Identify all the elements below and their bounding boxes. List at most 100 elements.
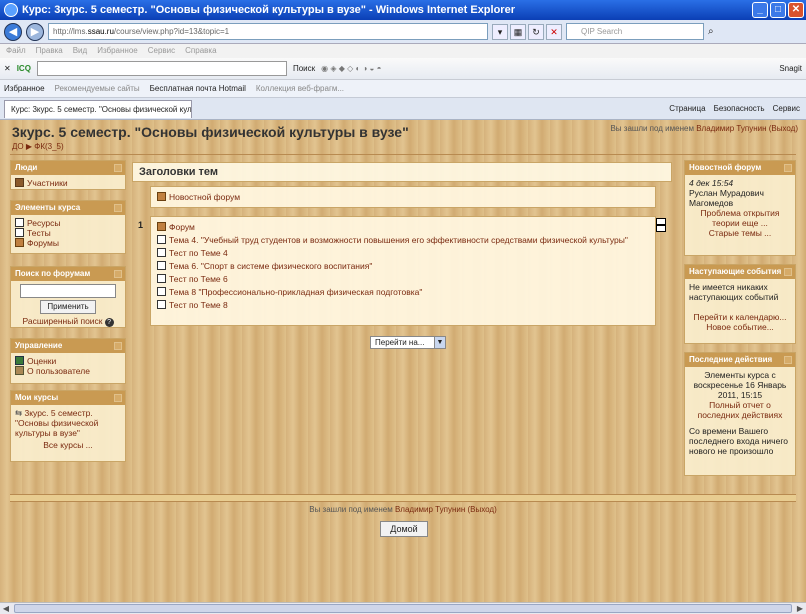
grades-icon bbox=[15, 356, 24, 365]
jump-to-value: Перейти на... bbox=[375, 338, 425, 347]
menu-bar: Файл Правка Вид Избранное Сервис Справка bbox=[0, 44, 806, 58]
activity-link[interactable]: Тест по Теме 6 bbox=[169, 274, 228, 284]
highlight-toggle-icon[interactable] bbox=[656, 218, 666, 232]
cmd-security[interactable]: Безопасность bbox=[714, 104, 765, 113]
help-icon[interactable]: ? bbox=[104, 318, 114, 327]
activity-item: Тема 6. "Спорт в системе физического вос… bbox=[157, 260, 649, 273]
chevron-down-icon[interactable]: ▼ bbox=[434, 337, 445, 348]
fav-item-hotmail[interactable]: Бесплатная почта Hotmail bbox=[150, 84, 246, 93]
menu-help[interactable]: Справка bbox=[185, 44, 216, 58]
my-course-link[interactable]: 3курс. 5 семестр. "Основы физической кул… bbox=[15, 408, 98, 438]
full-report-link[interactable]: Полный отчет о последних действиях bbox=[698, 400, 783, 420]
forums-icon bbox=[15, 238, 24, 247]
logout-link[interactable]: (Выход) bbox=[769, 124, 798, 133]
activity-link[interactable]: Тема 4. "Учебный труд студентов и возмож… bbox=[169, 235, 628, 245]
menu-view[interactable]: Вид bbox=[73, 44, 87, 58]
elements-block: Элементы курса Ресурсы Тесты Форумы bbox=[10, 200, 126, 254]
old-topics-link[interactable]: Старые темы ... bbox=[709, 228, 772, 238]
stop-icon[interactable]: ✕ bbox=[546, 23, 562, 40]
people-block-title: Люди bbox=[11, 161, 125, 175]
news-topic-link[interactable]: Проблема открытия теории еще ... bbox=[701, 208, 780, 228]
fav-item-gallery[interactable]: Коллекция веб-фрагм... bbox=[256, 84, 344, 93]
user-link[interactable]: Владимир Тупунин bbox=[696, 124, 766, 133]
tests-link[interactable]: Тесты bbox=[27, 228, 51, 238]
forum-search-input[interactable] bbox=[20, 284, 116, 298]
horizontal-scrollbar[interactable]: ◀ ▶ bbox=[0, 602, 806, 614]
toolbar-search-button[interactable]: Поиск bbox=[293, 64, 315, 73]
compat-icon[interactable]: ▦ bbox=[510, 23, 526, 40]
advanced-search-link[interactable]: Расширенный поиск bbox=[22, 316, 102, 326]
collapse-icon[interactable] bbox=[114, 394, 122, 402]
calendar-link[interactable]: Перейти к календарю... bbox=[693, 312, 786, 322]
close-icon[interactable]: ✕ bbox=[788, 2, 804, 18]
collapse-icon[interactable] bbox=[784, 268, 792, 276]
collapse-icon[interactable] bbox=[784, 164, 792, 172]
close-toolbar-icon[interactable]: ✕ bbox=[4, 64, 11, 73]
cmd-tools[interactable]: Сервис bbox=[773, 104, 800, 113]
tab-course[interactable]: Курс: 3курс. 5 семестр. "Основы физическ… bbox=[4, 99, 192, 118]
scroll-right-icon[interactable]: ▶ bbox=[794, 603, 806, 614]
activity-link[interactable]: Тема 8 "Профессионально-прикладная физич… bbox=[169, 287, 422, 297]
page-title: 3курс. 5 семестр. "Основы физической кул… bbox=[12, 124, 409, 140]
footer-user-link[interactable]: Владимир Тупунин bbox=[395, 505, 465, 514]
activity-item: Тема 4. "Учебный труд студентов и возмож… bbox=[157, 234, 649, 247]
login-prefix: Вы зашли под именем bbox=[610, 124, 694, 133]
section-1-items: Форум Тема 4. "Учебный труд студентов и в… bbox=[150, 216, 656, 326]
window-title: Курс: 3курс. 5 семестр. "Основы физическ… bbox=[22, 4, 515, 16]
activity-link[interactable]: Тест по Теме 8 bbox=[169, 300, 228, 310]
fav-item-suggested[interactable]: Рекомендуемые сайты bbox=[55, 84, 140, 93]
topics-heading: Заголовки тем bbox=[132, 162, 672, 182]
section-number: 1 bbox=[138, 220, 144, 230]
forums-link[interactable]: Форумы bbox=[27, 238, 59, 248]
maximize-icon[interactable]: □ bbox=[770, 2, 786, 18]
activity-link[interactable]: Форум bbox=[169, 222, 195, 232]
login-info: Вы зашли под именем Владимир Тупунин (Вы… bbox=[610, 124, 798, 133]
window-controls: _ □ ✕ bbox=[752, 2, 804, 18]
footer-divider bbox=[10, 494, 796, 502]
favorites-button[interactable]: Избранное bbox=[4, 84, 45, 93]
footer-logout-link[interactable]: (Выход) bbox=[468, 505, 497, 514]
cmd-page[interactable]: Страница bbox=[669, 104, 705, 113]
apply-button[interactable]: Применить bbox=[40, 300, 96, 314]
news-forum-link[interactable]: Новостной форум bbox=[169, 192, 240, 202]
collapse-icon[interactable] bbox=[114, 204, 122, 212]
my-courses-block: Мои курсы ⇆ 3курс. 5 семестр. "Основы фи… bbox=[10, 390, 126, 462]
forward-icon[interactable]: ▶ bbox=[26, 22, 44, 41]
minimize-icon[interactable]: _ bbox=[752, 2, 768, 18]
activity-link[interactable]: Тема 6. "Спорт в системе физического вос… bbox=[169, 261, 372, 271]
manage-block: Управление Оценки О пользователе bbox=[10, 338, 126, 384]
collapse-icon[interactable] bbox=[784, 356, 792, 364]
participants-link[interactable]: Участники bbox=[27, 178, 68, 188]
activity-link[interactable]: Тест по Теме 4 bbox=[169, 248, 228, 258]
collapse-icon[interactable] bbox=[114, 164, 122, 172]
menu-edit[interactable]: Правка bbox=[36, 44, 63, 58]
dropdown-icon[interactable]: ▾ bbox=[492, 23, 508, 40]
refresh-icon[interactable]: ↻ bbox=[528, 23, 544, 40]
url-path: /course/view.php?id=13&topic=1 bbox=[113, 27, 230, 36]
grades-link[interactable]: Оценки bbox=[27, 356, 56, 366]
search-input[interactable]: QIP Search bbox=[566, 23, 704, 40]
collapse-icon[interactable] bbox=[114, 342, 122, 350]
forum-search-block: Поиск по форумам Применить Расширенный п… bbox=[10, 266, 126, 328]
new-event-link[interactable]: Новое событие... bbox=[706, 322, 774, 332]
icq-button[interactable]: ICQ bbox=[17, 64, 31, 73]
breadcrumb[interactable]: ДО ▶ ФК(3_5) bbox=[12, 142, 64, 151]
search-icon[interactable]: ⌕ bbox=[708, 26, 714, 37]
menu-favorites[interactable]: Избранное bbox=[97, 44, 138, 58]
resources-link[interactable]: Ресурсы bbox=[27, 218, 61, 228]
snagit-button[interactable]: Snagit bbox=[779, 64, 802, 73]
address-input[interactable]: http://lms.ssau.ru/course/view.php?id=13… bbox=[48, 23, 488, 40]
home-button[interactable]: Домой bbox=[380, 521, 428, 537]
menu-file[interactable]: Файл bbox=[6, 44, 26, 58]
scroll-thumb[interactable] bbox=[14, 604, 792, 613]
section-1: 1 Форум Тема 4. "Учебный труд студентов и… bbox=[132, 214, 672, 330]
menu-tools[interactable]: Сервис bbox=[148, 44, 175, 58]
back-icon[interactable]: ◀ bbox=[4, 22, 22, 41]
my-courses-title: Мои курсы bbox=[11, 391, 125, 405]
collapse-icon[interactable] bbox=[114, 270, 122, 278]
toolbar-input[interactable] bbox=[36, 61, 287, 76]
all-courses-link[interactable]: Все курсы ... bbox=[43, 440, 93, 450]
about-user-link[interactable]: О пользователе bbox=[27, 366, 90, 376]
scroll-left-icon[interactable]: ◀ bbox=[0, 603, 12, 614]
jump-to-select[interactable]: Перейти на... ▼ bbox=[370, 336, 446, 349]
